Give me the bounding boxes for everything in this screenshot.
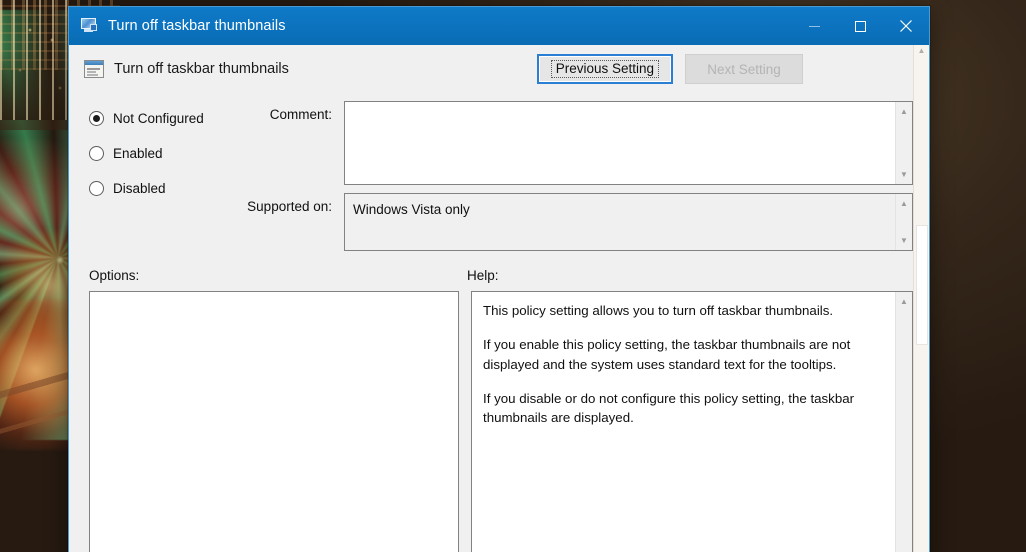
supported-on-field-row: Supported on: Windows Vista only ▲ ▼ <box>236 185 913 251</box>
radio-indicator <box>89 111 104 126</box>
scroll-up-icon[interactable]: ▲ <box>918 47 926 55</box>
radio-indicator <box>89 181 104 196</box>
radio-not-configured[interactable]: Not Configured <box>89 101 236 136</box>
scroll-track[interactable] <box>896 119 912 167</box>
window-controls <box>791 7 929 45</box>
fields-column: Comment: ▲ ▼ Supported on: Windows Vista… <box>236 101 913 251</box>
scroll-down-icon[interactable]: ▼ <box>896 233 913 248</box>
close-icon[interactable] <box>883 7 929 45</box>
radio-disabled[interactable]: Disabled <box>89 171 236 206</box>
maximize-icon[interactable] <box>837 7 883 45</box>
supported-on-scrollbar[interactable]: ▲ ▼ <box>895 194 912 250</box>
minimize-icon[interactable] <box>791 7 837 45</box>
desktop-background: Turn off taskbar thumbnails Turn off tas… <box>0 0 1026 552</box>
scroll-thumb[interactable] <box>915 225 928 345</box>
setting-header-row: Turn off taskbar thumbnails Previous Set… <box>81 45 913 93</box>
policy-setting-dialog: Turn off taskbar thumbnails Turn off tas… <box>68 6 930 552</box>
setting-name: Turn off taskbar thumbnails <box>114 61 289 77</box>
radio-enabled[interactable]: Enabled <box>89 136 236 171</box>
scroll-down-icon[interactable]: ▼ <box>896 167 913 182</box>
navigation-buttons: Previous Setting Next Setting <box>536 54 803 84</box>
panes-labels-row: Options: Help: <box>81 251 913 291</box>
help-paragraph: This policy setting allows you to turn o… <box>483 303 834 318</box>
supported-on-label: Supported on: <box>247 199 332 214</box>
comment-value[interactable] <box>345 102 895 184</box>
comment-field-row: Comment: ▲ ▼ <box>236 101 913 185</box>
previous-setting-button[interactable]: Previous Setting <box>536 54 673 84</box>
options-content <box>90 292 458 552</box>
supported-on-value: Windows Vista only <box>353 202 470 217</box>
next-setting-label: Next Setting <box>707 61 781 77</box>
comment-input[interactable]: ▲ ▼ <box>344 101 913 185</box>
options-label: Options: <box>89 268 140 283</box>
help-content: This policy setting allows you to turn o… <box>472 292 895 552</box>
help-label: Help: <box>467 268 499 283</box>
policy-setting-icon <box>84 60 104 78</box>
next-setting-button: Next Setting <box>685 54 803 84</box>
radio-label: Disabled <box>113 181 166 196</box>
title-bar[interactable]: Turn off taskbar thumbnails <box>69 7 929 45</box>
display-monitor-icon <box>81 18 99 34</box>
comment-label: Comment: <box>269 107 332 122</box>
scroll-up-icon[interactable]: ▲ <box>896 196 913 211</box>
scroll-track[interactable] <box>896 211 912 233</box>
wallpaper-light-poles <box>0 0 72 120</box>
options-pane[interactable] <box>89 291 459 552</box>
radio-indicator <box>89 146 104 161</box>
supported-on-input[interactable]: Windows Vista only ▲ ▼ <box>344 193 913 251</box>
previous-setting-label: Previous Setting <box>550 60 659 78</box>
help-pane[interactable]: This policy setting allows you to turn o… <box>471 291 913 552</box>
scroll-track[interactable] <box>896 309 912 552</box>
radio-label: Enabled <box>113 146 163 161</box>
help-paragraph: If you disable or do not configure this … <box>483 390 855 426</box>
state-and-comment-region: Not Configured Enabled Disabled Comment: <box>81 93 913 251</box>
scroll-up-icon[interactable]: ▲ <box>896 104 913 119</box>
scroll-up-icon[interactable]: ▲ <box>896 294 913 309</box>
panes-row: This policy setting allows you to turn o… <box>81 291 913 552</box>
help-scrollbar[interactable]: ▲ <box>895 292 912 552</box>
state-radio-group: Not Configured Enabled Disabled <box>81 101 236 251</box>
radio-label: Not Configured <box>113 111 204 126</box>
dialog-body: Turn off taskbar thumbnails Previous Set… <box>69 45 929 552</box>
dialog-scrollbar[interactable]: ▲ ▼ <box>913 45 929 552</box>
comment-scrollbar[interactable]: ▲ ▼ <box>895 102 912 184</box>
window-title: Turn off taskbar thumbnails <box>108 18 286 34</box>
help-paragraph: If you enable this policy setting, the t… <box>483 337 851 372</box>
